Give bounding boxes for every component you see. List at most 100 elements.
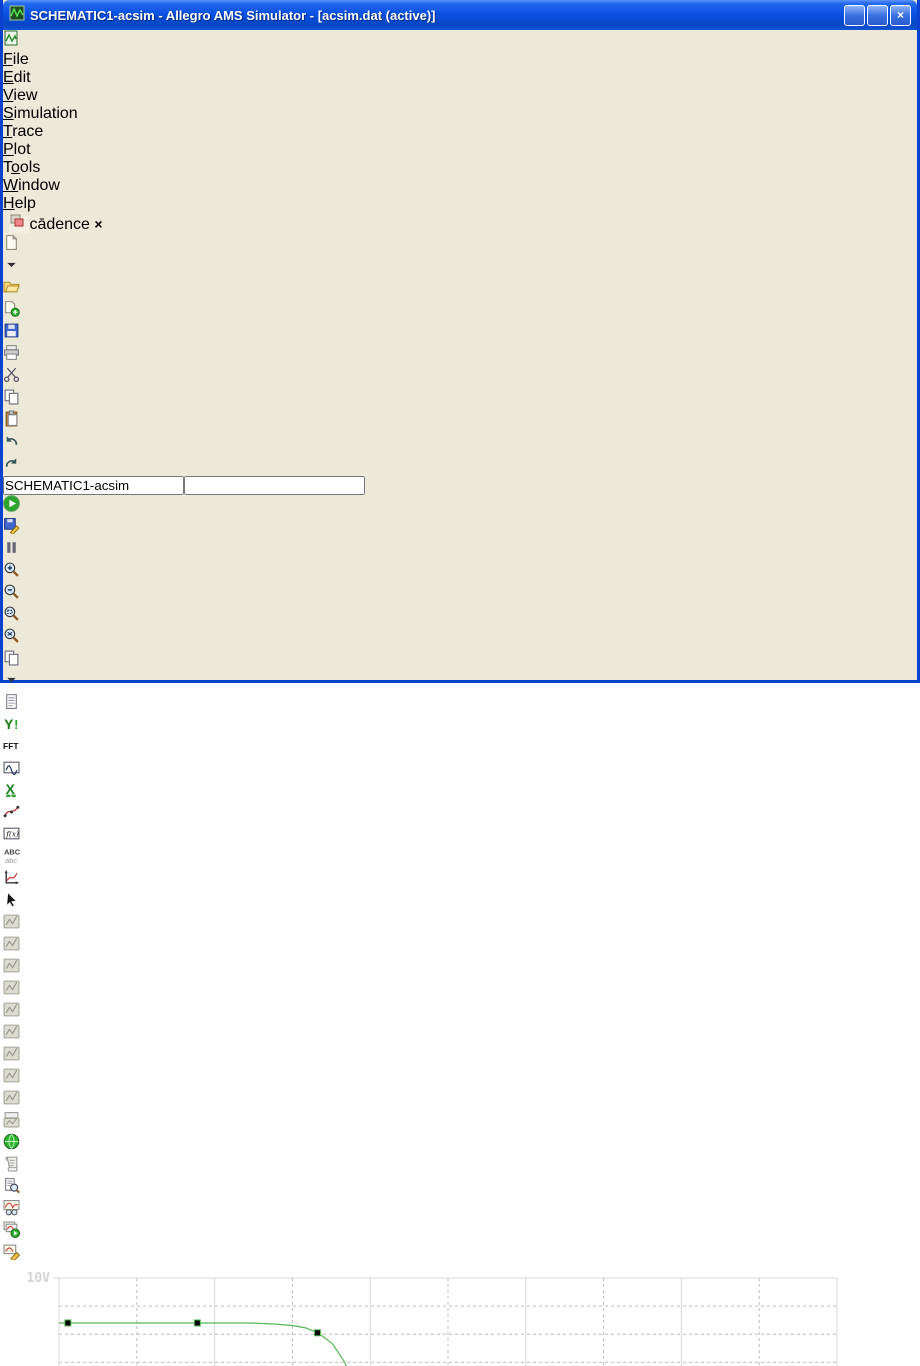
cursor-min-button: [3, 979, 917, 1001]
cursor-previous-transition-button: [3, 1089, 917, 1111]
chevron-down-icon: [3, 671, 20, 688]
menu-file[interactable]: File: [3, 51, 917, 69]
zoom-out-icon: [3, 583, 20, 600]
new-simulation-profile-button[interactable]: [3, 300, 917, 322]
svg-text:FFT: FFT: [3, 741, 19, 751]
w-box-icon: [3, 759, 20, 776]
svg-text:10V: 10V: [27, 1271, 51, 1286]
minimize-button[interactable]: [844, 5, 865, 26]
zoom-area-button[interactable]: [3, 605, 917, 627]
doc-magnifier-icon: [3, 1177, 20, 1194]
workspace: 0V5V10V1.0Hz100Hz10KHz1.0MHz100MHz10GHzV…: [3, 1133, 917, 1366]
app-window: SCHEMATIC1-acsim - Allegro AMS Simulator…: [0, 0, 920, 683]
globe-green-icon: [3, 1133, 20, 1150]
text-label-button[interactable]: ABCabc: [3, 847, 917, 869]
wave-pencil-icon: [3, 1243, 20, 1260]
new-button[interactable]: [3, 234, 917, 256]
fx-box-icon: f(x): [3, 825, 20, 842]
copy-button: [3, 388, 917, 410]
clipboard-icon: [3, 410, 20, 427]
copy-pages-icon: [3, 649, 20, 666]
print-button: [3, 344, 917, 366]
menu-view[interactable]: View: [3, 87, 917, 105]
copy-display-button: [3, 649, 917, 671]
title-bar: SCHEMATIC1-acsim - Allegro AMS Simulator…: [3, 0, 917, 30]
text-entry-input[interactable]: [184, 476, 365, 495]
menu-edit[interactable]: Edit: [3, 69, 917, 87]
cadence-logo: cādence: [29, 216, 90, 233]
menu-tools[interactable]: Tools: [3, 159, 917, 177]
scissors-icon: [3, 366, 20, 383]
run-simulation-sidebar-button[interactable]: [3, 1221, 917, 1243]
menu-window[interactable]: Window: [3, 177, 917, 195]
maximize-button[interactable]: [867, 5, 888, 26]
new-dropdown[interactable]: [3, 256, 917, 278]
y-exclaim-icon: Y!: [3, 715, 20, 732]
mark-points-icon: [3, 803, 20, 820]
cursor-search-button: [3, 1045, 917, 1067]
zoom-fit-button[interactable]: [3, 627, 917, 649]
open-button[interactable]: [3, 278, 917, 300]
cursor-arrow-icon: [3, 891, 20, 908]
redo-arrow-icon: [3, 454, 20, 471]
zoom-area-icon: [3, 605, 20, 622]
zoom-out-button[interactable]: [3, 583, 917, 605]
mark-data-points-button[interactable]: [3, 803, 917, 825]
menu-simulation[interactable]: Simulation: [3, 105, 917, 123]
generic-plot-icon: [3, 913, 20, 930]
simulation-queue-button[interactable]: [3, 1133, 917, 1155]
log-doc-icon: [3, 693, 20, 710]
chevron-down-icon: [3, 256, 20, 273]
cursor-peak-button: [3, 913, 917, 935]
run-simulation-button[interactable]: [3, 495, 917, 517]
copy-pages-icon: [3, 388, 20, 405]
edit-simulation-profile-button[interactable]: [3, 1243, 917, 1265]
chart-svg: 0V5V10V1.0Hz100Hz10KHz1.0MHz100MHz10GHzV…: [3, 1265, 846, 1366]
paste-button: [3, 410, 917, 432]
zoom-in-icon: [3, 561, 20, 578]
document-waveform-icon: [3, 33, 19, 50]
menu-help[interactable]: Help: [3, 195, 917, 213]
pause-button: [3, 539, 917, 561]
simulation-profile-combobox[interactable]: [3, 476, 184, 495]
menu-plot[interactable]: Plot: [3, 141, 917, 159]
wave-play-icon: [3, 1221, 20, 1238]
generic-plot-icon: [3, 935, 20, 952]
fft-button[interactable]: FFT: [3, 737, 917, 759]
generic-plot-icon: [3, 1001, 20, 1018]
menu-trace[interactable]: Trace: [3, 123, 917, 141]
measure-icon: [3, 1111, 20, 1128]
svg-text:abc: abc: [5, 856, 17, 864]
mdi-close-button[interactable]: ×: [94, 216, 102, 232]
cursor-next-transition-button: [3, 1067, 917, 1089]
pause-icon: [3, 539, 20, 556]
cursor-trough-button: [3, 935, 917, 957]
plot-axis-button[interactable]: [3, 869, 917, 891]
save-button: [3, 322, 917, 344]
standard-toolbar: [3, 234, 917, 561]
view-results-button[interactable]: [3, 1199, 917, 1221]
svg-text:f(x): f(x): [5, 830, 19, 839]
disk-pencil-icon: [3, 517, 20, 534]
redo-button: [3, 454, 917, 476]
toggle-y-axis-button[interactable]: Y!: [3, 715, 917, 737]
edit-profile-button: [3, 517, 917, 539]
open-folder-icon: [3, 278, 20, 295]
close-button[interactable]: ×: [890, 5, 911, 26]
probe-toolbar: Y! FFT Xf(x) ABCabc: [3, 561, 917, 1133]
generic-plot-icon: [3, 1023, 20, 1040]
select-cursor-button[interactable]: [3, 891, 917, 913]
waveform-plot[interactable]: 0V5V10V1.0Hz100Hz10KHz1.0MHz100MHz10GHzV…: [3, 1265, 917, 1366]
undo-arrow-icon: [3, 432, 20, 449]
svg-text:Y: Y: [4, 716, 13, 732]
zoom-in-button[interactable]: [3, 561, 917, 583]
generic-plot-icon: [3, 957, 20, 974]
view-netlist-button[interactable]: [3, 1177, 917, 1199]
doc-plus-icon: [3, 300, 20, 317]
play-green-icon: [3, 495, 20, 512]
undo-button: [3, 432, 917, 454]
workspace-settings-button[interactable]: [9, 216, 29, 233]
export-excel-button[interactable]: X: [3, 781, 917, 803]
evaluate-function-button[interactable]: f(x): [3, 825, 917, 847]
performance-analysis-button[interactable]: [3, 759, 917, 781]
